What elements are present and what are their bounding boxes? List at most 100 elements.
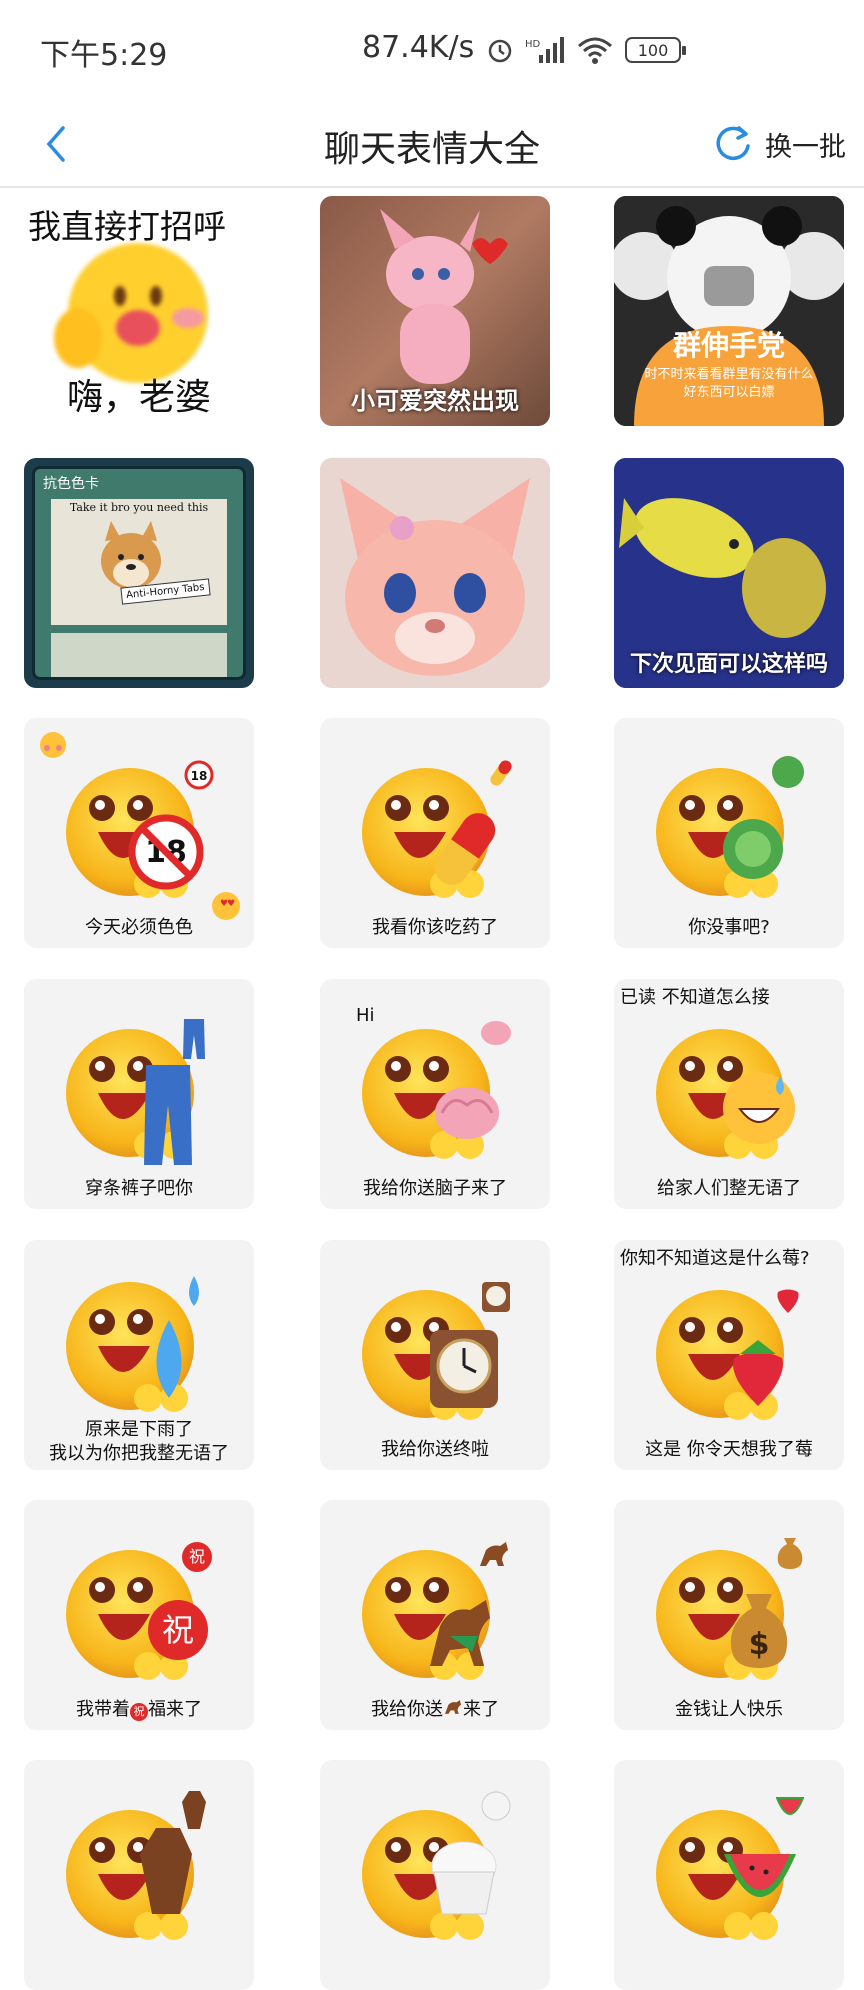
sticker-card[interactable] xyxy=(24,1760,254,1990)
clock-icon xyxy=(430,1330,498,1408)
network-speed: 87.4K/s xyxy=(362,30,475,65)
sticker-top-text: 你知不知道这是什么莓? xyxy=(620,1248,810,1269)
refresh-label: 换一批 xyxy=(765,131,846,163)
sticker-caption: 我看你该吃药了 xyxy=(372,917,498,938)
pill-icon xyxy=(434,813,496,885)
sticker-card[interactable]: 我直接打招呼 嗨，老婆 xyxy=(24,196,254,426)
alarm-icon xyxy=(485,35,515,65)
caption-horse-icon xyxy=(445,1700,461,1714)
sticker-caption: 下次见面可以这样吗 xyxy=(629,652,828,677)
watermelon-small-icon xyxy=(776,1797,804,1815)
sticker-card[interactable]: 下次见面可以这样吗 xyxy=(614,458,844,688)
sweat-smile-icon xyxy=(723,1072,795,1144)
svg-text:$: $ xyxy=(749,1627,770,1662)
jeans-small-icon xyxy=(183,1019,205,1059)
strawberry-small-icon xyxy=(777,1289,799,1313)
sticker-card[interactable]: Hi 我给你送脑子来了 xyxy=(320,979,550,1209)
clock-small-icon xyxy=(482,1282,510,1312)
sticker-card[interactable]: 已读 不知道怎么接 给家人们整无语了 xyxy=(614,979,844,1209)
sticker-caption: 小可爱突然出现 xyxy=(351,387,519,415)
sticker-caption: 时不时来看看群里有没有什么好东西可以白嫖 xyxy=(644,367,814,400)
svg-text:♥: ♥ xyxy=(227,899,235,909)
coffin-icon xyxy=(140,1828,192,1914)
brain-icon xyxy=(435,1087,499,1139)
jeans-icon xyxy=(144,1065,192,1165)
sticker-card[interactable]: 我给你送 来了 xyxy=(320,1500,550,1730)
sticker-caption: 我带着祝福来了 xyxy=(24,1698,254,1722)
sticker-caption: 你没事吧? xyxy=(688,917,770,938)
svg-text:HD: HD xyxy=(525,39,541,50)
sticker-card[interactable]: 小可爱突然出现 xyxy=(320,196,550,426)
sticker-card[interactable]: 穿条裤子吧你 xyxy=(24,979,254,1209)
blessing-badge-small: 祝 xyxy=(182,1542,212,1572)
sticker-caption: 穿条裤子吧你 xyxy=(85,1178,193,1199)
brain-small-icon xyxy=(481,1021,511,1045)
sticker-top-text: Hi xyxy=(356,1005,375,1026)
cabbage-small-icon xyxy=(772,756,804,788)
pink-fox-plush-icon xyxy=(380,209,508,384)
rice-small-icon xyxy=(481,1791,511,1821)
sticker-card[interactable]: 抗色色卡 Take it bro you need this Anti-Horn… xyxy=(24,458,254,688)
water-drop-icon xyxy=(156,1320,182,1398)
sticker-card[interactable]: 我看你该吃药了 xyxy=(320,718,550,948)
watermelon-icon xyxy=(724,1854,796,1897)
sticker-caption: 今天必须色色 xyxy=(85,917,193,938)
no-18-icon: 18 xyxy=(128,814,204,890)
sticker-caption: 原来是下雨了 我以为你把我整无语了 xyxy=(24,1418,254,1466)
coffin-small-icon xyxy=(182,1791,206,1829)
signal-icon: HD xyxy=(525,35,565,65)
refresh-icon xyxy=(716,126,750,161)
strawberry-icon xyxy=(733,1340,783,1406)
sticker-card[interactable]: 18 18 ♥♥ 今天必须色色 xyxy=(24,718,254,948)
blurry-wave-emoji-icon xyxy=(54,243,208,383)
status-icons: HD 100 xyxy=(485,28,686,72)
sticker-card[interactable] xyxy=(320,1760,550,1990)
card-quote: Take it bro you need this xyxy=(69,501,209,514)
horse-icon xyxy=(430,1600,490,1666)
sticker-card[interactable]: $ 金钱让人快乐 xyxy=(614,1500,844,1730)
sticker-caption: 我给你送脑子来了 xyxy=(363,1178,507,1199)
status-time: 下午5:29 xyxy=(40,38,168,73)
sticker-caption: 这是 你令天想我了莓 xyxy=(645,1439,813,1460)
card-title: 抗色色卡 xyxy=(43,476,99,492)
money-bag-small-icon xyxy=(777,1538,803,1569)
sticker-card[interactable]: 祝 祝 我带着祝福来了 xyxy=(24,1500,254,1730)
sticker-caption: 嗨，老婆 xyxy=(66,377,211,418)
sticker-caption: 我给你送终啦 xyxy=(381,1439,489,1460)
blush-emoji-icon xyxy=(40,732,66,758)
sticker-card[interactable]: 你没事吧? xyxy=(614,718,844,948)
battery-indicator: 100 xyxy=(625,37,686,63)
nav-bar: 聊天表情大全 换一批 xyxy=(0,100,864,188)
sticker-card[interactable] xyxy=(320,458,550,688)
caption-part: 我带着 xyxy=(76,1699,130,1720)
caption-part: 我给你送 xyxy=(371,1699,443,1720)
sticker-card[interactable] xyxy=(614,1760,844,1990)
sticker-card[interactable]: 原来是下雨了 我以为你把我整无语了 xyxy=(24,1240,254,1470)
no-18-small-icon: 18 xyxy=(184,760,214,790)
sticker-caption: 给家人们整无语了 xyxy=(657,1178,801,1199)
wifi-icon xyxy=(575,35,615,65)
refresh-button[interactable]: 换一批 xyxy=(713,114,846,174)
rice-icon xyxy=(431,1841,497,1915)
sticker-card[interactable]: 你知不知道这是什么莓? 这是 你令天想我了莓 xyxy=(614,1240,844,1470)
pill-small-icon xyxy=(490,760,512,786)
sticker-caption: 金钱让人快乐 xyxy=(675,1699,783,1720)
sticker-card[interactable]: 我给你送终啦 xyxy=(320,1240,550,1470)
money-bag-icon: $ xyxy=(730,1594,788,1668)
sticker-card[interactable]: 群伸手党 时不时来看看群里有没有什么好东西可以白嫖 xyxy=(614,196,844,426)
caption-line-2: 我以为你把我整无语了 xyxy=(49,1443,229,1464)
sticker-caption: 我给你送 来了 xyxy=(320,1698,550,1722)
sticker-headline: 群伸手党 xyxy=(672,329,785,362)
water-drop-small-icon xyxy=(189,1276,199,1306)
sticker-top-text: 已读 不知道怎么接 xyxy=(620,987,770,1008)
caption-blessing-icon: 祝 xyxy=(130,1703,148,1721)
horse-small-icon xyxy=(480,1542,508,1566)
caption-part: 福来了 xyxy=(148,1699,202,1720)
caption-line-1: 原来是下雨了 xyxy=(85,1419,193,1440)
status-bar: 下午5:29 87.4K/s HD 100 xyxy=(0,0,864,100)
cabbage-icon xyxy=(723,819,783,879)
caption-part: 来了 xyxy=(463,1699,499,1720)
svg-text:18: 18 xyxy=(191,769,208,783)
pink-fox-face-icon xyxy=(320,458,550,688)
blessing-badge: 祝 xyxy=(148,1600,208,1660)
